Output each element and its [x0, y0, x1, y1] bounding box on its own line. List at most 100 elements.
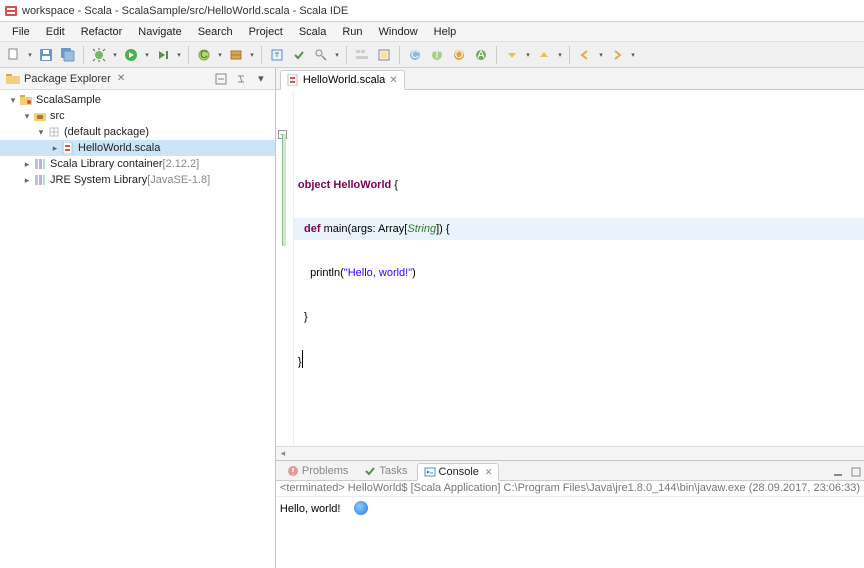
save-button[interactable]	[36, 45, 56, 65]
prev-annotation-dropdown[interactable]: ▾	[556, 45, 564, 65]
file-node[interactable]: ▸ HelloWorld.scala	[0, 140, 275, 156]
tasks-icon	[364, 465, 376, 477]
problems-tab[interactable]: Problems	[280, 462, 355, 480]
separator	[496, 46, 497, 64]
scala-library-node[interactable]: ▸ Scala Library container [2.12.2]	[0, 156, 275, 172]
new-package-button[interactable]	[226, 45, 246, 65]
search-dropdown[interactable]: ▾	[333, 45, 341, 65]
debug-button[interactable]	[89, 45, 109, 65]
collapse-icon[interactable]: ▾	[36, 127, 46, 138]
bottom-tabs: Problems Tasks Console ✕	[276, 461, 864, 481]
menu-edit[interactable]: Edit	[38, 24, 73, 40]
identifier: main	[321, 223, 348, 235]
menu-navigate[interactable]: Navigate	[130, 24, 189, 40]
separator	[399, 46, 400, 64]
menubar: File Edit Refactor Navigate Search Proje…	[0, 22, 864, 42]
open-task-button[interactable]	[289, 45, 309, 65]
menu-search[interactable]: Search	[190, 24, 241, 40]
menu-run[interactable]: Run	[334, 24, 370, 40]
expand-icon[interactable]: ▸	[22, 175, 32, 186]
code-text: {	[391, 179, 398, 191]
new-scala-class-button[interactable]: C	[405, 45, 425, 65]
search-button[interactable]	[311, 45, 331, 65]
save-all-button[interactable]	[58, 45, 78, 65]
run-last-dropdown[interactable]: ▾	[175, 45, 183, 65]
menu-refactor[interactable]: Refactor	[73, 24, 131, 40]
fold-bar	[282, 134, 286, 246]
view-menu-button[interactable]: ▾	[253, 71, 269, 87]
console-tab[interactable]: Console ✕	[417, 463, 500, 481]
menu-window[interactable]: Window	[371, 24, 426, 40]
separator	[346, 46, 347, 64]
console-icon	[424, 466, 436, 478]
package-explorer-icon	[6, 73, 20, 85]
open-type-button[interactable]	[267, 45, 287, 65]
project-tree: ▾ ScalaSample ▾ src ▾ (default package) …	[0, 90, 275, 568]
link-editor-button[interactable]	[233, 71, 249, 87]
expand-icon[interactable]: ▸	[22, 159, 32, 170]
run-last-button[interactable]	[153, 45, 173, 65]
new-class-dropdown[interactable]: ▾	[216, 45, 224, 65]
bottom-panel: Problems Tasks Console ✕ <terminated> He…	[276, 460, 864, 568]
toggle-mark-button[interactable]	[374, 45, 394, 65]
package-icon	[46, 125, 62, 139]
text-cursor	[302, 350, 303, 368]
menu-scala[interactable]: Scala	[291, 24, 335, 40]
file-label: HelloWorld.scala	[78, 142, 160, 154]
forward-button[interactable]	[607, 45, 627, 65]
project-node[interactable]: ▾ ScalaSample	[0, 92, 275, 108]
forward-dropdown[interactable]: ▾	[629, 45, 637, 65]
menu-help[interactable]: Help	[426, 24, 465, 40]
toggle-breadcrumb-button[interactable]	[352, 45, 372, 65]
run-button[interactable]	[121, 45, 141, 65]
scala-file-icon	[287, 74, 299, 86]
editor-tab[interactable]: HelloWorld.scala ✕	[280, 70, 405, 90]
console-output[interactable]: Hello, world!	[276, 497, 864, 568]
maximize-button[interactable]	[848, 464, 864, 480]
collapse-icon[interactable]: ▾	[8, 95, 18, 106]
editor-tabs: HelloWorld.scala ✕	[276, 68, 864, 90]
source-folder-icon	[32, 109, 48, 123]
library-icon	[32, 173, 48, 187]
new-scala-trait-button[interactable]: T	[427, 45, 447, 65]
minimize-button[interactable]	[830, 464, 846, 480]
run-dropdown[interactable]: ▾	[143, 45, 151, 65]
editor-gutter: −	[276, 90, 294, 446]
scroll-left-icon[interactable]: ◂	[276, 448, 290, 459]
menu-file[interactable]: File	[4, 24, 38, 40]
string-literal: "Hello, world!"	[344, 267, 412, 279]
src-folder-node[interactable]: ▾ src	[0, 108, 275, 124]
code-area[interactable]: object HelloWorld { def main(args: Array…	[294, 90, 864, 446]
new-class-button[interactable]: C	[194, 45, 214, 65]
package-explorer-close[interactable]: ✕	[117, 73, 125, 84]
new-button[interactable]	[4, 45, 24, 65]
code-text: (args: Array[	[347, 223, 407, 235]
titlebar: workspace - Scala - ScalaSample/src/Hell…	[0, 0, 864, 22]
new-scala-app-button[interactable]: A	[471, 45, 491, 65]
package-explorer-title: Package Explorer	[24, 73, 111, 85]
next-annotation-button[interactable]	[502, 45, 522, 65]
back-button[interactable]	[575, 45, 595, 65]
new-dropdown[interactable]: ▾	[26, 45, 34, 65]
default-package-label: (default package)	[64, 126, 149, 138]
console-tab-close[interactable]: ✕	[485, 467, 493, 478]
editor-body[interactable]: − object HelloWorld { def main(args: Arr…	[276, 90, 864, 446]
editor-hscroll[interactable]: ◂	[276, 446, 864, 460]
next-annotation-dropdown[interactable]: ▾	[524, 45, 532, 65]
generic-type: String	[407, 223, 436, 235]
collapse-all-button[interactable]	[213, 71, 229, 87]
console-label: Console	[439, 466, 479, 478]
expand-icon[interactable]: ▸	[50, 143, 60, 154]
debug-dropdown[interactable]: ▾	[111, 45, 119, 65]
tab-close-button[interactable]: ✕	[389, 75, 397, 86]
tasks-tab[interactable]: Tasks	[357, 462, 414, 480]
jre-library-node[interactable]: ▸ JRE System Library [JavaSE-1.8]	[0, 172, 275, 188]
new-package-dropdown[interactable]: ▾	[248, 45, 256, 65]
new-scala-object-button[interactable]: O	[449, 45, 469, 65]
prev-annotation-button[interactable]	[534, 45, 554, 65]
menu-project[interactable]: Project	[241, 24, 291, 40]
back-dropdown[interactable]: ▾	[597, 45, 605, 65]
collapse-icon[interactable]: ▾	[22, 111, 32, 122]
default-package-node[interactable]: ▾ (default package)	[0, 124, 275, 140]
identifier: println	[310, 267, 340, 279]
